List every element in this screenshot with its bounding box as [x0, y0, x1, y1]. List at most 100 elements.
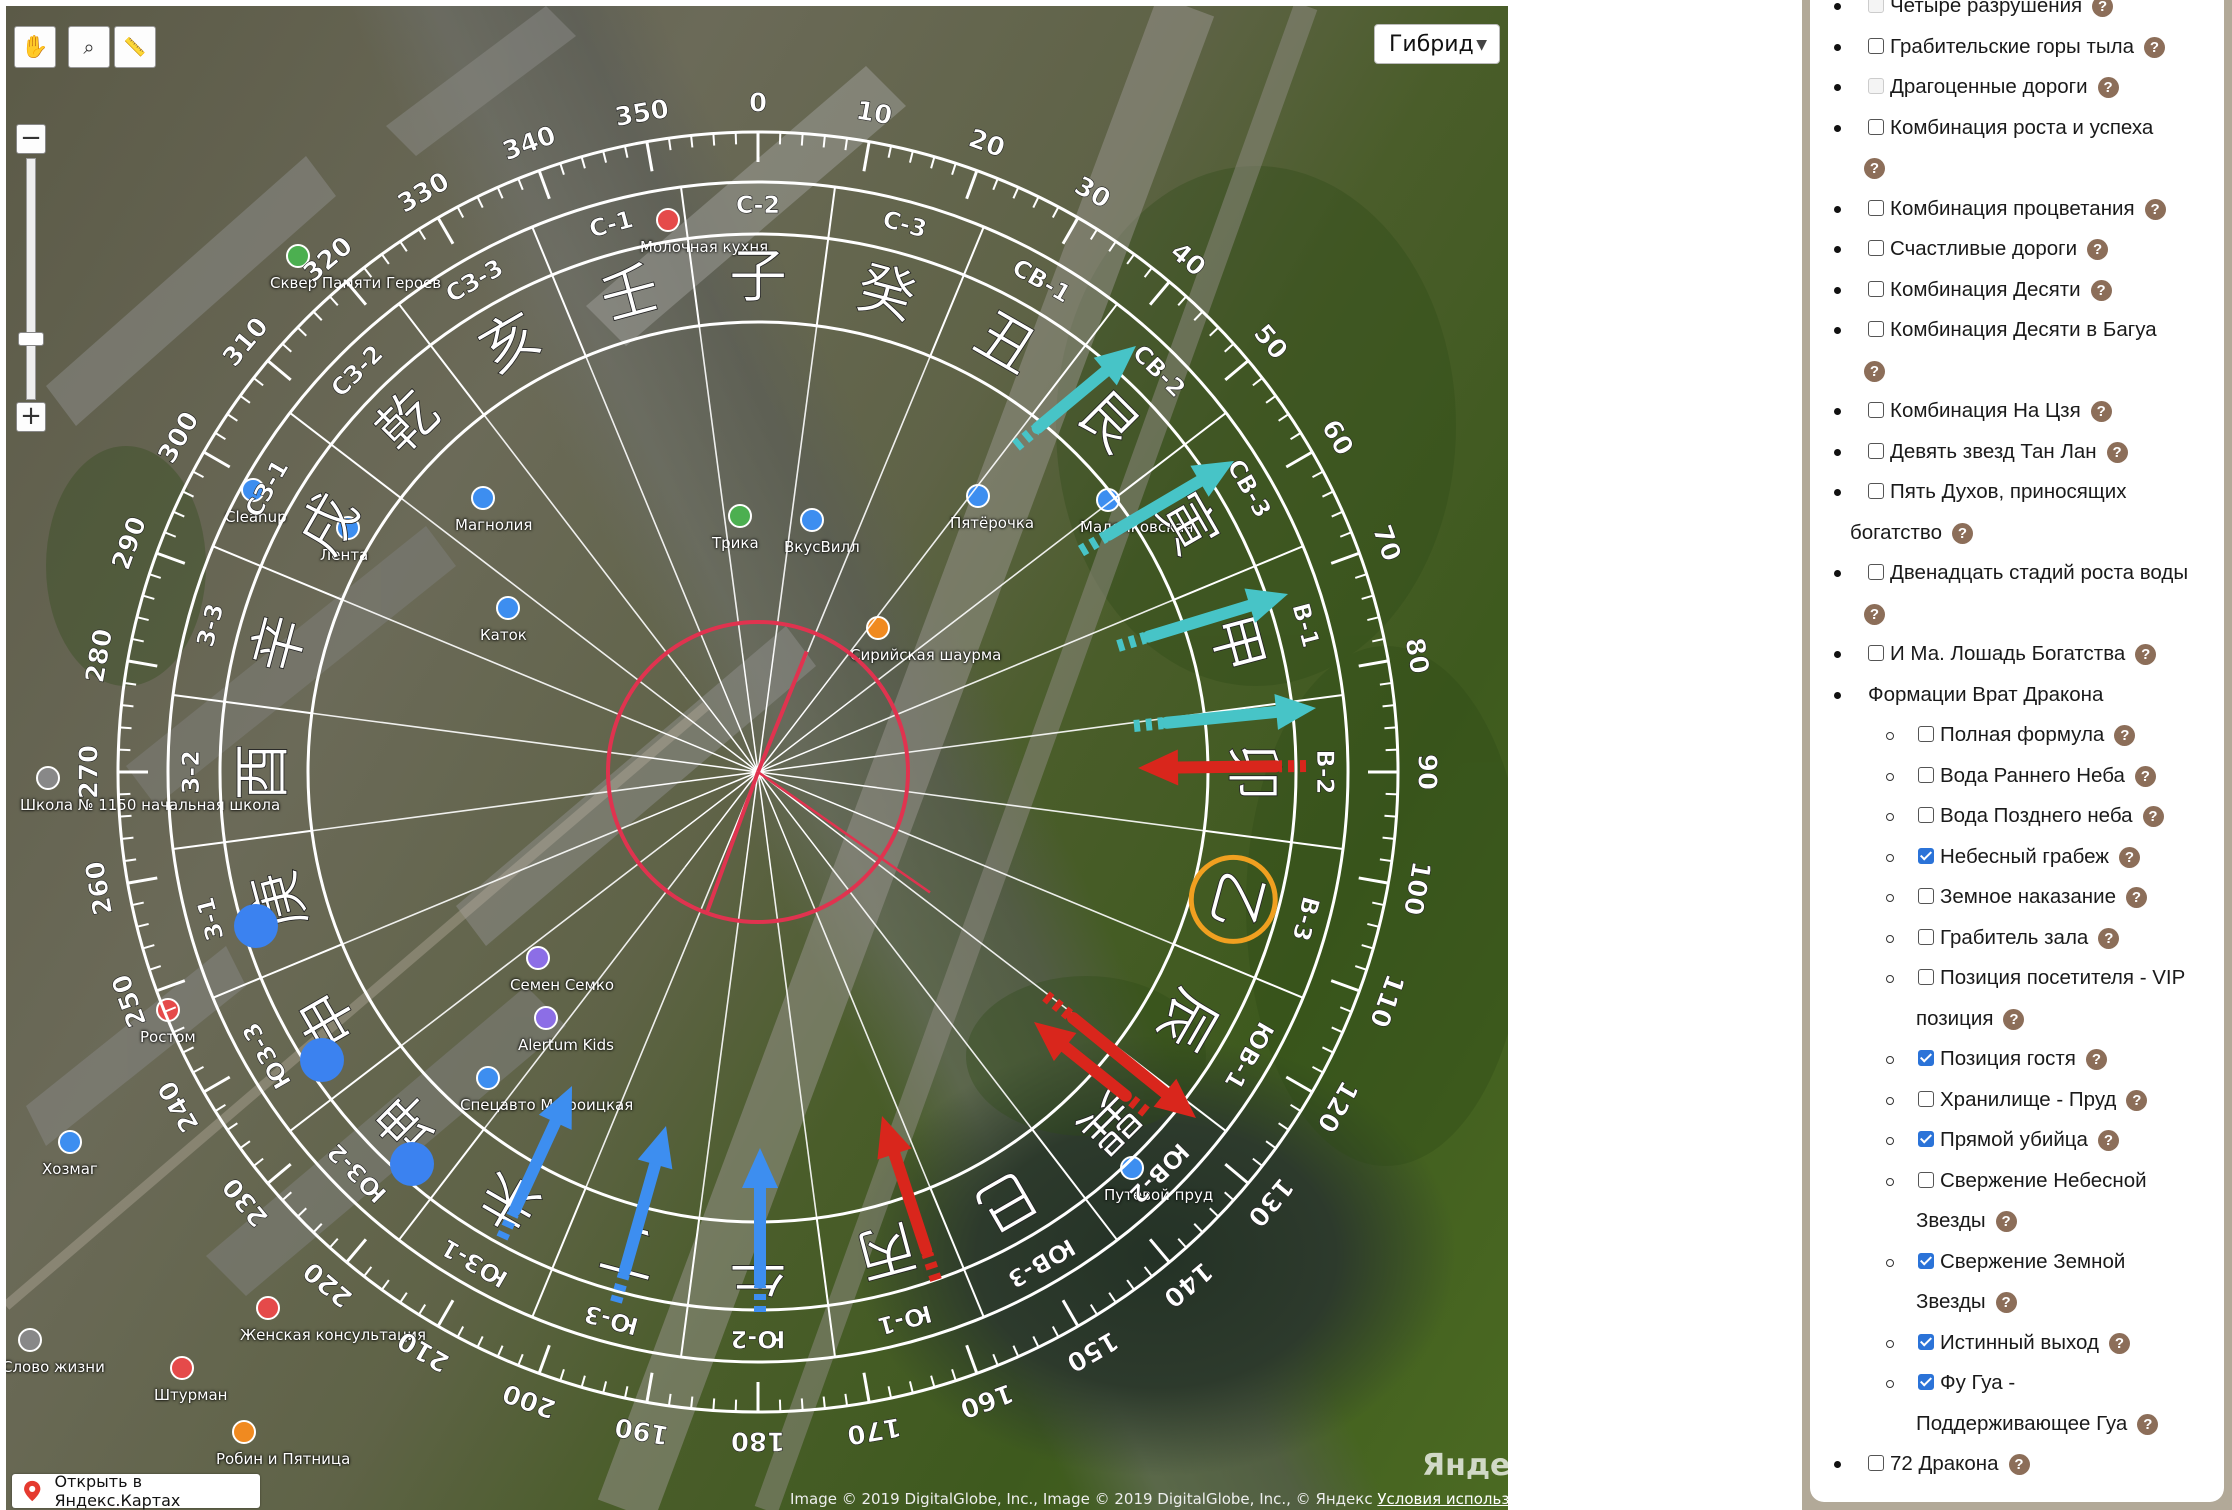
help-icon[interactable]: ? [2106, 441, 2128, 463]
zoom-in-button[interactable]: + [16, 402, 46, 432]
help-icon[interactable]: ? [2144, 198, 2166, 220]
help-icon[interactable]: ? [2143, 36, 2165, 58]
formation-label[interactable]: Небесный грабеж [1940, 845, 2109, 868]
ruler-tool-button[interactable]: 📏 [114, 26, 156, 68]
help-icon[interactable]: ? [1864, 158, 1885, 179]
checkbox[interactable] [1918, 766, 1934, 783]
formation-label[interactable]: Вода Раннего Неба [1940, 764, 2125, 787]
checkbox-checked[interactable] [1918, 1131, 1934, 1147]
help-icon[interactable]: ? [2092, 0, 2114, 17]
help-icon[interactable]: ? [2098, 927, 2120, 949]
formation-label[interactable]: Полная формула [1940, 723, 2104, 746]
formation-label-continued[interactable]: Поддерживающее Гуа [1916, 1412, 2127, 1435]
checkbox[interactable] [1868, 645, 1884, 661]
zoom-out-button[interactable]: − [16, 124, 46, 154]
checkbox[interactable] [1868, 564, 1884, 580]
formation-label[interactable]: Комбинация процветания [1890, 197, 2135, 220]
formation-label[interactable]: Счастливые дороги [1890, 237, 2077, 260]
formation-label[interactable]: Комбинация Десяти в Багуа [1890, 318, 2157, 341]
zoom-slider-handle[interactable] [18, 332, 44, 346]
checkbox-checked[interactable] [1918, 1050, 1934, 1066]
formation-label[interactable]: Девять звезд Тан Лан [1890, 440, 2097, 463]
checkbox[interactable] [1918, 807, 1934, 823]
checkbox[interactable] [1918, 928, 1934, 945]
formation-label[interactable]: Драгоценные дороги [1890, 75, 2088, 98]
checkbox[interactable] [1868, 1455, 1884, 1471]
formation-label-continued[interactable]: Звезды [1916, 1209, 1986, 1232]
formation-label[interactable]: Комбинация роста и успеха [1890, 116, 2153, 139]
formation-label[interactable]: Позиция гостя [1940, 1047, 2076, 1070]
checkbox-checked[interactable] [1918, 1333, 1934, 1350]
magnifier-tool-button[interactable]: ⌕ [68, 26, 110, 68]
help-icon[interactable]: ? [2126, 1089, 2148, 1111]
checkbox[interactable] [1868, 280, 1884, 297]
checkbox-checked[interactable] [1918, 1374, 1934, 1390]
help-icon[interactable]: ? [2137, 1413, 2159, 1435]
formation-label[interactable]: Хранилище - Пруд [1940, 1088, 2116, 1111]
formation-label[interactable]: 72 Дракона [1890, 1452, 1999, 1475]
checkbox[interactable] [1868, 240, 1884, 256]
checkbox[interactable] [1918, 1171, 1934, 1188]
formation-label[interactable]: Пять Духов, приносящих [1890, 480, 2126, 503]
formation-label[interactable]: Комбинация Десяти [1890, 278, 2081, 301]
help-icon[interactable]: ? [2119, 846, 2141, 868]
zoom-slider-track[interactable] [26, 158, 36, 400]
help-icon[interactable]: ? [2142, 806, 2164, 827]
checkbox[interactable] [1868, 402, 1884, 418]
help-icon[interactable]: ? [2134, 765, 2156, 787]
help-icon[interactable]: ? [2125, 887, 2147, 908]
help-icon[interactable]: ? [1864, 360, 1885, 382]
help-icon[interactable]: ? [2097, 1130, 2119, 1151]
formation-label[interactable]: Земное наказание [1940, 885, 2116, 908]
formation-label[interactable]: Формации Врат Дракона [1868, 683, 2103, 706]
formation-label[interactable]: Прямой убийца [1940, 1128, 2088, 1151]
help-icon[interactable]: ? [2090, 401, 2112, 422]
formation-label[interactable]: Вода Позднего неба [1940, 804, 2133, 827]
formation-label[interactable]: Четыре разрушения [1890, 0, 2082, 17]
formation-label-continued[interactable]: позиция [1916, 1007, 1993, 1030]
checkbox[interactable] [1868, 321, 1884, 337]
formation-label[interactable]: Свержение Небесной [1940, 1169, 2147, 1192]
checkbox[interactable] [1868, 118, 1884, 135]
formation-label-continued[interactable]: богатство [1850, 521, 1942, 544]
checkbox[interactable] [1868, 37, 1884, 54]
formation-label[interactable]: Двенадцать стадий роста воды [1890, 561, 2188, 584]
help-icon[interactable]: ? [2085, 1049, 2107, 1070]
formation-label[interactable]: Истинный выход [1940, 1331, 2099, 1354]
help-icon[interactable]: ? [2087, 239, 2109, 260]
formation-label[interactable]: И Ма. Лошадь Богатства [1890, 642, 2125, 665]
satellite-map[interactable]: Молочная кухня Сквер Памяти Героев Магноли… [6, 6, 1508, 1510]
checkbox[interactable] [1868, 442, 1884, 459]
checkbox[interactable] [1918, 1090, 1934, 1107]
help-icon[interactable]: ? [2097, 77, 2119, 98]
help-icon[interactable]: ? [2108, 1332, 2130, 1354]
open-in-yandex-maps-button[interactable]: Открыть в Яндекс.Картах [12, 1472, 260, 1510]
formation-label[interactable]: Грабительские горы тыла [1890, 35, 2134, 58]
checkbox-checked[interactable] [1918, 847, 1934, 864]
help-icon[interactable]: ? [1951, 522, 1973, 544]
help-icon[interactable]: ? [2114, 725, 2136, 746]
help-icon[interactable]: ? [1995, 1292, 2017, 1313]
formations-list-container[interactable]: Четыре разрушения? Грабительские горы тыл… [1810, 0, 2224, 1502]
checkbox[interactable] [1868, 483, 1884, 499]
formation-label-continued[interactable]: Звезды [1916, 1290, 1986, 1313]
formation-label[interactable]: Позиция посетителя - VIP [1940, 966, 2185, 989]
terms-link[interactable]: Условия использования [1377, 1490, 1508, 1508]
help-icon[interactable]: ? [2003, 1008, 2025, 1030]
help-icon[interactable]: ? [2008, 1454, 2030, 1475]
checkbox[interactable] [1868, 199, 1884, 216]
checkbox-checked[interactable] [1918, 1252, 1934, 1269]
checkbox[interactable] [1918, 888, 1934, 904]
formation-label[interactable]: Грабитель зала [1940, 926, 2088, 949]
help-icon[interactable]: ? [2135, 644, 2157, 665]
help-icon[interactable]: ? [1864, 603, 1885, 625]
checkbox[interactable] [1918, 969, 1934, 985]
help-icon[interactable]: ? [2090, 279, 2112, 301]
map-layer-select[interactable]: Гибрид ▼ [1374, 24, 1500, 64]
formation-label[interactable]: Фу Гуа - [1940, 1371, 2015, 1394]
help-icon[interactable]: ? [1995, 1211, 2017, 1232]
checkbox[interactable] [1918, 726, 1934, 742]
hand-tool-button[interactable]: ✋ [14, 26, 56, 68]
formation-label[interactable]: Комбинация На Цзя [1890, 399, 2081, 422]
formation-label[interactable]: Свержение Земной [1940, 1250, 2125, 1273]
